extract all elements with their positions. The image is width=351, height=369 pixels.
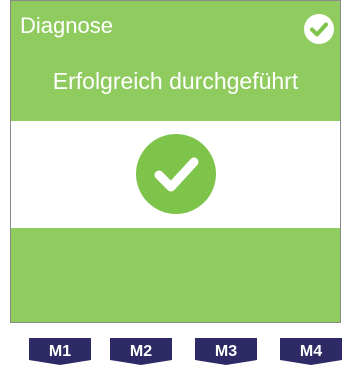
softkey-label: M1: [48, 343, 72, 360]
softkey-m3[interactable]: M3: [195, 338, 257, 365]
softkey-label: M4: [299, 343, 323, 360]
diagnose-panel: Diagnose Erfolgreich durchgeführt: [10, 0, 341, 323]
result-area: [11, 121, 340, 228]
page-title: Diagnose: [20, 13, 113, 38]
softkey-label: M2: [129, 343, 153, 360]
check-circle-icon: [135, 133, 217, 215]
softkey-m4[interactable]: M4: [280, 338, 342, 365]
softkey-m2[interactable]: M2: [110, 338, 172, 365]
softkey-label: M3: [214, 343, 238, 360]
softkey-bar: M1 M2 M3 M4: [0, 338, 351, 366]
softkey-m1[interactable]: M1: [29, 338, 91, 365]
check-circle-icon: [303, 13, 335, 45]
status-message: Erfolgreich durchgeführt: [52, 68, 299, 94]
